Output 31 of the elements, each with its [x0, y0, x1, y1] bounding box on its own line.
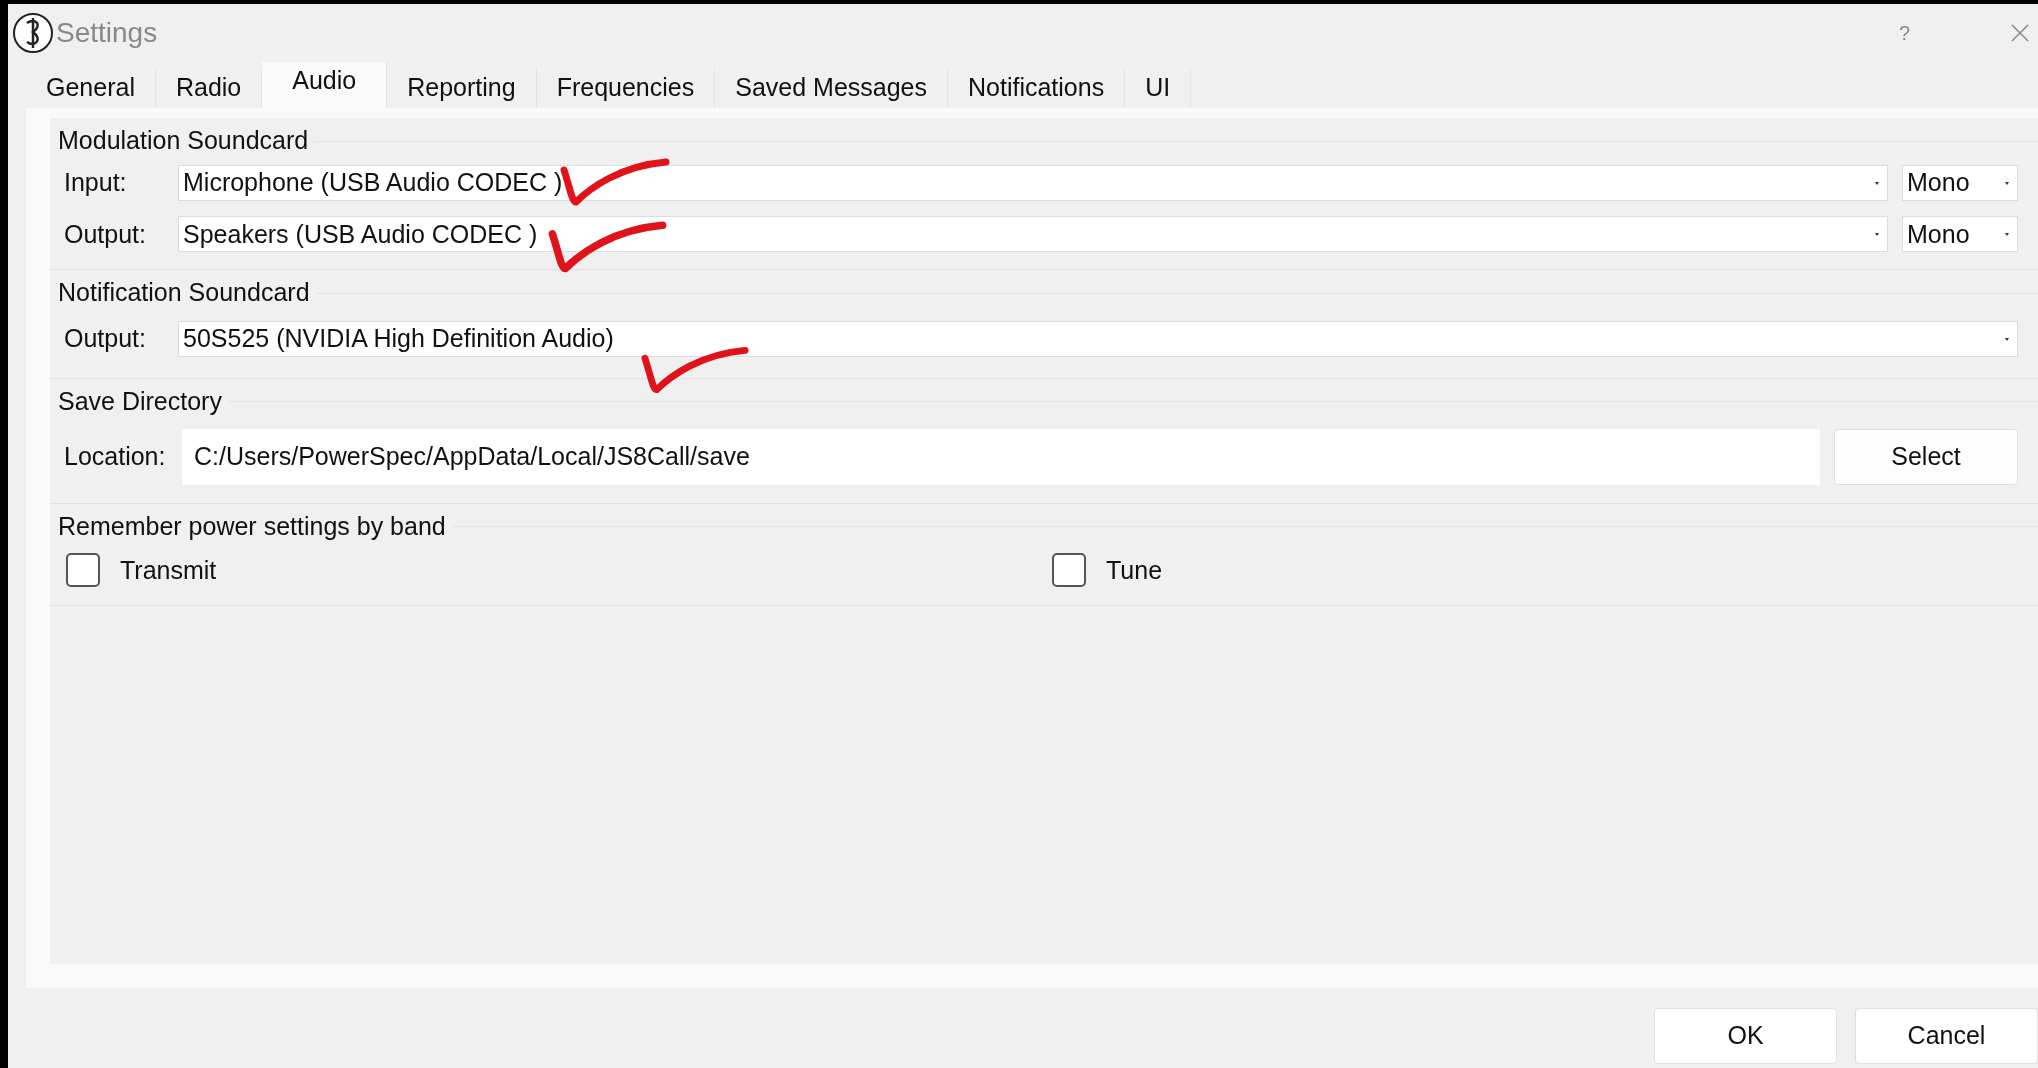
close-icon[interactable] [2010, 23, 2030, 43]
field-label: Input: [64, 167, 128, 198]
field-label: Location: [64, 440, 167, 472]
dropdown-arrow-icon [2003, 335, 2011, 342]
location-field[interactable]: C:/Users/PowerSpec/AppData/Local/JS8Call/save [182, 428, 1820, 485]
dropdown-arrow-icon [2003, 179, 2011, 186]
dropdown-arrow-icon [2003, 231, 2011, 238]
dropdown-field[interactable]: Microphone (USB Audio CODEC ) [178, 164, 1888, 201]
checkbox-label: Tune [1106, 554, 1163, 586]
tab[interactable]: Audio [262, 62, 388, 108]
dropdown-arrow-icon [1873, 179, 1881, 186]
cancel-button[interactable]: Cancel [1855, 1008, 2038, 1064]
dropdown-field[interactable]: Mono [1902, 216, 2018, 253]
checkbox-label: Transmit [120, 554, 217, 586]
field-label: Output: [64, 323, 147, 354]
checkbox[interactable] [66, 553, 100, 588]
group-title: Modulation Soundcard [58, 125, 310, 157]
window-title: Settings [56, 16, 158, 50]
group-title: Notification Soundcard [58, 277, 311, 309]
dropdown-field[interactable]: 50S525 (NVIDIA High Definition Audio) [178, 320, 2018, 357]
dropdown-arrow-icon [1873, 231, 1881, 238]
dropdown-field[interactable]: Speakers (USB Audio CODEC ) [178, 216, 1888, 253]
group-title: Save Directory [58, 385, 223, 417]
dropdown-field[interactable]: Mono [1902, 164, 2018, 201]
app-logo-icon [12, 12, 54, 54]
check-mark-icon [559, 158, 671, 208]
checkbox[interactable] [1052, 553, 1086, 588]
field-label: Output: [64, 218, 147, 250]
group-title: Remember power settings by band [58, 510, 447, 542]
ok-button[interactable]: OK [1654, 1008, 1837, 1064]
select-button[interactable]: Select [1834, 428, 2018, 485]
